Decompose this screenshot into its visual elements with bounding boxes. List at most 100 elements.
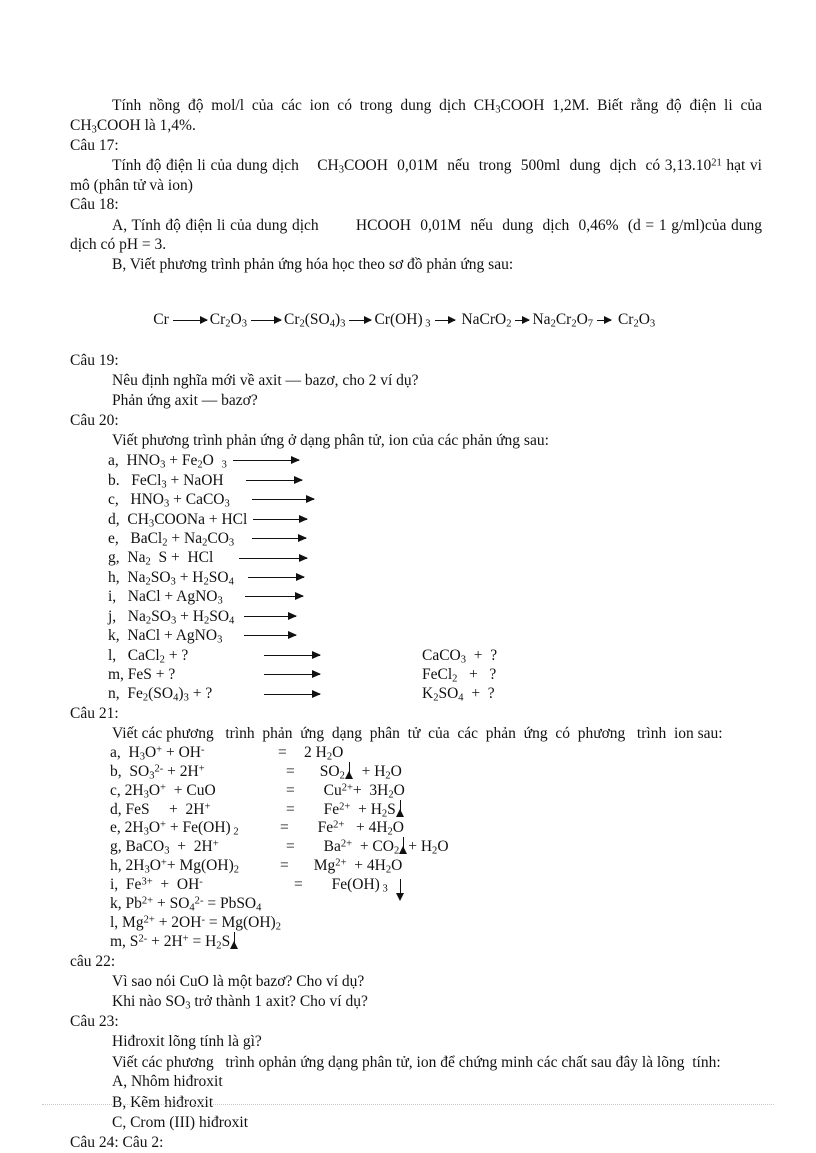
ionic-equals: = bbox=[294, 876, 303, 894]
equation-row: g, Na2 S + HCl bbox=[108, 548, 762, 567]
reaction-arrow bbox=[247, 573, 305, 582]
equation-row: c, HNO3 + CaCO3 bbox=[108, 490, 762, 509]
equation-row: m, FeS + ? FeCl2 + ? bbox=[108, 665, 762, 684]
q18a-text: A, Tính độ điện li của dung dịch HCOOH 0… bbox=[70, 216, 762, 254]
intro-text-3: COOH là 1,4%. bbox=[96, 116, 196, 134]
equation-row: i, NaCl + AgNO3 bbox=[108, 587, 762, 606]
document-body: Tính nồng độ mol/l của các ion có trong … bbox=[70, 96, 762, 1153]
equation-row: k, NaCl + AgNO3 bbox=[108, 626, 762, 645]
chain-arrow-2 bbox=[250, 316, 282, 325]
ionic-rhs: Ba2+ + CO2 + H2O bbox=[312, 837, 449, 857]
equation-lhs: i, NaCl + AgNO3 bbox=[108, 588, 223, 607]
equation-lhs: b. FeCl3 + NaOH bbox=[108, 471, 224, 490]
question-21-equation-list: a, H3O+ + OH- = 2 H2O b, SO32- + 2H+ = SO2 … bbox=[70, 744, 762, 952]
ionic-rhs: Fe(OH) 3 bbox=[320, 876, 404, 902]
ionic-lhs: i, Fe3+ + OH- bbox=[110, 876, 203, 894]
question-label-20: Câu 20: bbox=[70, 411, 119, 429]
chain-item-cr2o3: Cr2O3 bbox=[209, 311, 247, 330]
ionic-equation-row: k, Pb2+ + SO42- = PbSO4 bbox=[110, 895, 762, 914]
ionic-rhs: Fe2+ + H2S bbox=[312, 799, 404, 819]
document-page: Tính nồng độ mol/l của các ion có trong … bbox=[0, 0, 816, 1151]
ionic-rhs: SO2 + H2O bbox=[312, 761, 402, 782]
question-label-24: Câu 24: Câu 2: bbox=[70, 1133, 164, 1151]
question-18-part-b: B, Viết phương trình phản ứng hóa học th… bbox=[112, 256, 514, 274]
question-18-part-a: A, Tính độ điện li của dung dịch HCOOH 0… bbox=[70, 216, 762, 256]
ionic-equals: = bbox=[286, 762, 295, 780]
intro-paragraph: Tính nồng độ mol/l của các ion có trong … bbox=[70, 96, 762, 136]
ionic-equals: = bbox=[286, 800, 295, 818]
ionic-lhs: h, 2H3O++ Mg(OH)2 bbox=[110, 857, 239, 876]
reaction-arrow bbox=[252, 534, 308, 543]
equation-rhs: CaCO3 + ? bbox=[422, 646, 498, 665]
ionic-rhs: Cu2++ 3H2O bbox=[312, 781, 405, 800]
ionic-equation-row: d, FeS + 2H+ = Fe2+ + H2S bbox=[110, 799, 762, 820]
equation-row: n, Fe2(SO4)3 + ? K2SO4 + ? bbox=[108, 684, 762, 703]
question-20-paragraph: Viết phương trình phản ứng ở dạng phân t… bbox=[112, 432, 549, 450]
equation-row: b. FeCl3 + NaOH bbox=[108, 471, 762, 490]
reaction-arrow bbox=[264, 670, 321, 679]
reaction-arrow bbox=[264, 650, 321, 659]
ionic-equation-row: e, 2H3O+ + Fe(OH) 2 = Fe2+ + 4H2O bbox=[110, 819, 762, 838]
ionic-equation-row: l, Mg2+ + 2OH- = Mg(OH)2 bbox=[110, 914, 762, 933]
equation-lhs: g, Na2 S + HCl bbox=[108, 549, 214, 568]
chain-arrow-3 bbox=[349, 316, 373, 325]
question-17-paragraph: Tính độ điện li của dung dịch CH3COOH 0,… bbox=[70, 156, 762, 196]
equation-lhs: j, Na2SO3 + H2SO4 bbox=[108, 607, 235, 627]
ionic-rhs: Mg2+ + 4H2O bbox=[306, 857, 403, 876]
intro-text-1: Tính nồng độ mol/l của các ion có trong … bbox=[112, 97, 496, 114]
question-label-19: Câu 19: bbox=[70, 351, 119, 369]
reaction-arrow bbox=[244, 592, 304, 601]
equation-row: j, Na2SO3 + H2SO4 bbox=[108, 607, 762, 626]
sub-so3: 3 bbox=[185, 1000, 191, 1012]
reaction-arrow bbox=[264, 689, 321, 698]
q21-text: Viết các phương trình phản ứng dạng phân… bbox=[112, 725, 723, 743]
question-20-equation-list: a, HNO3 + Fe2O 3 b. FeCl3 + NaOH c, HNO3… bbox=[70, 451, 762, 704]
equation-lhs: d, CH3COONa + HCl bbox=[108, 510, 248, 529]
ionic-lhs: e, 2H3O+ + Fe(OH) 2 bbox=[110, 819, 239, 838]
question-label-21: Câu 21: bbox=[70, 704, 119, 722]
equation-lhs: n, Fe2(SO4)3 + ? bbox=[108, 685, 213, 704]
equation-lhs: h, Na2SO3 + H2SO4 bbox=[108, 568, 234, 588]
equation-row: e, BaCl2 + Na2CO3 bbox=[108, 529, 762, 548]
q23-text: Viết các phương trình ophản ứng dạng phâ… bbox=[112, 1053, 721, 1071]
ionic-equation-row: b, SO32- + 2H+ = SO2 + H2O bbox=[110, 761, 762, 782]
ionic-lhs: a, H3O+ + OH- bbox=[110, 743, 205, 763]
footer-divider bbox=[42, 1104, 774, 1105]
question-label-22: câu 22: bbox=[70, 952, 116, 970]
reaction-arrow bbox=[239, 553, 309, 562]
ionic-rhs: 2 H2O bbox=[304, 743, 344, 763]
ionic-lhs: l, Mg2+ + 2OH- = Mg(OH)2 bbox=[110, 914, 281, 933]
equation-lhs: l, CaCl2 + ? bbox=[108, 646, 189, 665]
ionic-lhs: g, BaCO3 + 2H+ bbox=[110, 838, 219, 857]
question-label-17: Câu 17: bbox=[70, 136, 119, 154]
question-19-line-1: Nêu định nghĩa mới về axit — bazơ, cho 2… bbox=[112, 371, 419, 389]
question-22-line-1: Vì sao nói CuO là một bazơ? Cho ví dụ? bbox=[112, 972, 365, 990]
reaction-arrow bbox=[244, 631, 298, 640]
question-22-line-2: Khi nào SO3 trở thành 1 axit? Cho ví dụ? bbox=[112, 993, 368, 1012]
reaction-chain: Cr Cr2O3 Cr2(SO4)3 Cr(OH) 3 NaCrO2 Na2Cr2O7 … bbox=[70, 290, 762, 350]
ionic-equation-row: m, S2- + 2H+ = H2S bbox=[110, 931, 762, 952]
reaction-arrow bbox=[251, 495, 315, 504]
ionic-equation-row: c, 2H3O+ + CuO = Cu2++ 3H2O bbox=[110, 782, 762, 801]
ionic-lhs: b, SO32- + 2H+ bbox=[110, 762, 205, 782]
equation-lhs: e, BaCl2 + Na2CO3 bbox=[108, 529, 235, 549]
ionic-equals: = bbox=[280, 857, 289, 875]
chain-item-cr2so43: Cr2(SO4)3 bbox=[283, 311, 346, 330]
equation-rhs: K2SO4 + ? bbox=[422, 685, 495, 704]
chain-arrow-6 bbox=[597, 316, 613, 325]
reaction-arrow bbox=[245, 475, 303, 484]
ionic-equals: = bbox=[280, 819, 289, 837]
ionic-equation-row: g, BaCO3 + 2H+ = Ba2+ + CO2 + H2O bbox=[110, 837, 762, 857]
ionic-equals: = bbox=[286, 781, 295, 799]
reaction-arrow bbox=[244, 611, 298, 620]
equation-row: d, CH3COONa + HCl bbox=[108, 510, 762, 529]
ionic-rhs: Fe2+ + 4H2O bbox=[306, 819, 404, 838]
equation-row: h, Na2SO3 + H2SO4 bbox=[108, 568, 762, 587]
ionic-equation-row: a, H3O+ + OH- = 2 H2O bbox=[110, 744, 762, 763]
ionic-equals: = bbox=[278, 743, 287, 761]
equation-lhs: a, HNO3 + Fe2O 3 bbox=[108, 452, 227, 471]
question-23-option-a: A, Nhôm hiđroxit bbox=[112, 1073, 223, 1091]
equation-row: a, HNO3 + Fe2O 3 bbox=[108, 451, 762, 470]
equation-lhs: m, FeS + ? bbox=[108, 666, 176, 684]
